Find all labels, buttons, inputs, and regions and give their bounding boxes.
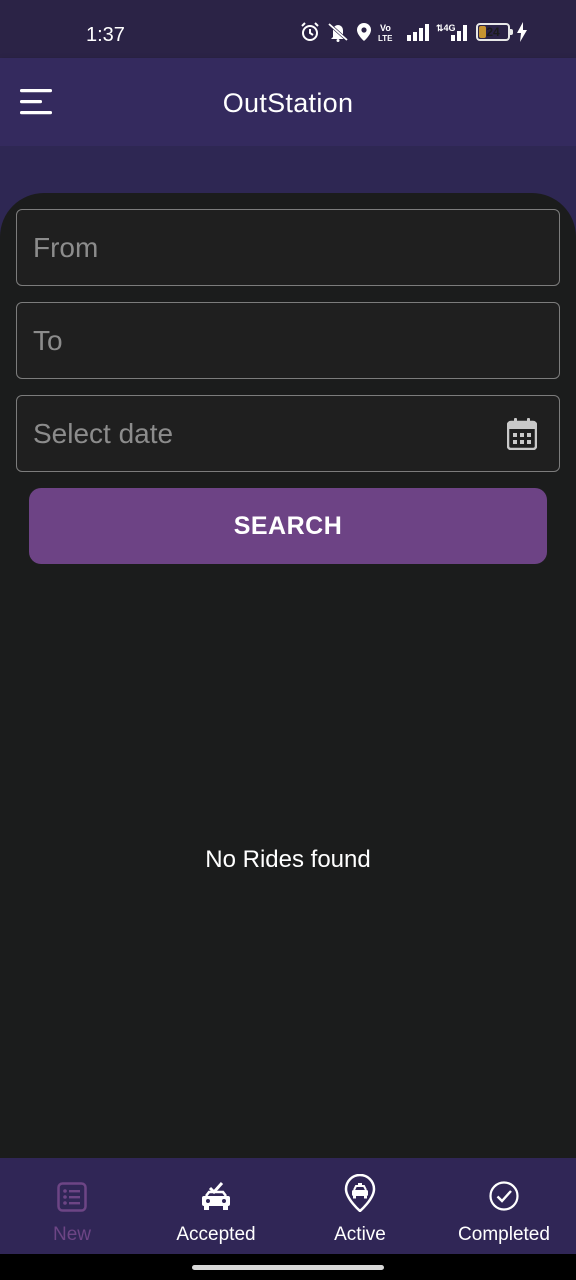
to-field[interactable] bbox=[16, 302, 560, 379]
nav-item-label: Active bbox=[334, 1224, 386, 1245]
status-icons: Vo LTE ⇅4G 24 bbox=[300, 22, 528, 42]
nav-item-new[interactable]: New bbox=[0, 1158, 144, 1254]
battery-fill bbox=[479, 26, 486, 38]
charging-icon bbox=[517, 22, 527, 42]
from-input[interactable] bbox=[17, 210, 559, 285]
list-icon bbox=[57, 1182, 87, 1212]
bottom-nav: New Accepted Active Completed bbox=[0, 1158, 576, 1254]
home-indicator[interactable] bbox=[192, 1265, 384, 1270]
taxi-check-icon bbox=[202, 1182, 230, 1210]
status-bar: 1:37 Vo LTE ⇅4G 24 bbox=[0, 0, 576, 58]
to-input[interactable] bbox=[17, 303, 559, 378]
nav-item-label: Accepted bbox=[176, 1224, 256, 1245]
nav-item-label: New bbox=[52, 1224, 91, 1245]
page-title: OutStation bbox=[222, 88, 354, 118]
nav-item-label: Completed bbox=[458, 1224, 550, 1245]
empty-state-text: No Rides found bbox=[205, 846, 371, 873]
app-bar: OutStation bbox=[0, 58, 576, 146]
battery-level: 24 bbox=[486, 25, 500, 39]
from-field[interactable] bbox=[16, 209, 560, 286]
4g-signal-icon: ⇅4G bbox=[436, 23, 467, 41]
svg-text:Vo: Vo bbox=[380, 23, 391, 33]
nav-item-active[interactable]: Active bbox=[288, 1158, 432, 1254]
svg-text:LTE: LTE bbox=[378, 34, 393, 42]
nav-item-completed[interactable]: Completed bbox=[432, 1158, 576, 1254]
mute-icon bbox=[328, 22, 348, 42]
search-button[interactable]: SEARCH bbox=[29, 488, 547, 564]
nav-item-accepted[interactable]: Accepted bbox=[144, 1158, 288, 1254]
check-circle-icon bbox=[489, 1181, 519, 1211]
date-input[interactable] bbox=[17, 396, 559, 471]
signal-icon bbox=[407, 24, 429, 41]
volte-icon: Vo LTE bbox=[378, 23, 393, 42]
battery-icon: 24 bbox=[476, 23, 513, 41]
status-time: 1:37 bbox=[86, 24, 125, 46]
gesture-bar bbox=[0, 1254, 576, 1280]
date-field[interactable] bbox=[16, 395, 560, 472]
taxi-location-icon bbox=[344, 1174, 376, 1212]
alarm-icon bbox=[301, 22, 319, 41]
svg-text:⇅4G: ⇅4G bbox=[436, 23, 456, 33]
calendar-icon[interactable] bbox=[507, 418, 537, 450]
location-icon bbox=[357, 23, 371, 41]
